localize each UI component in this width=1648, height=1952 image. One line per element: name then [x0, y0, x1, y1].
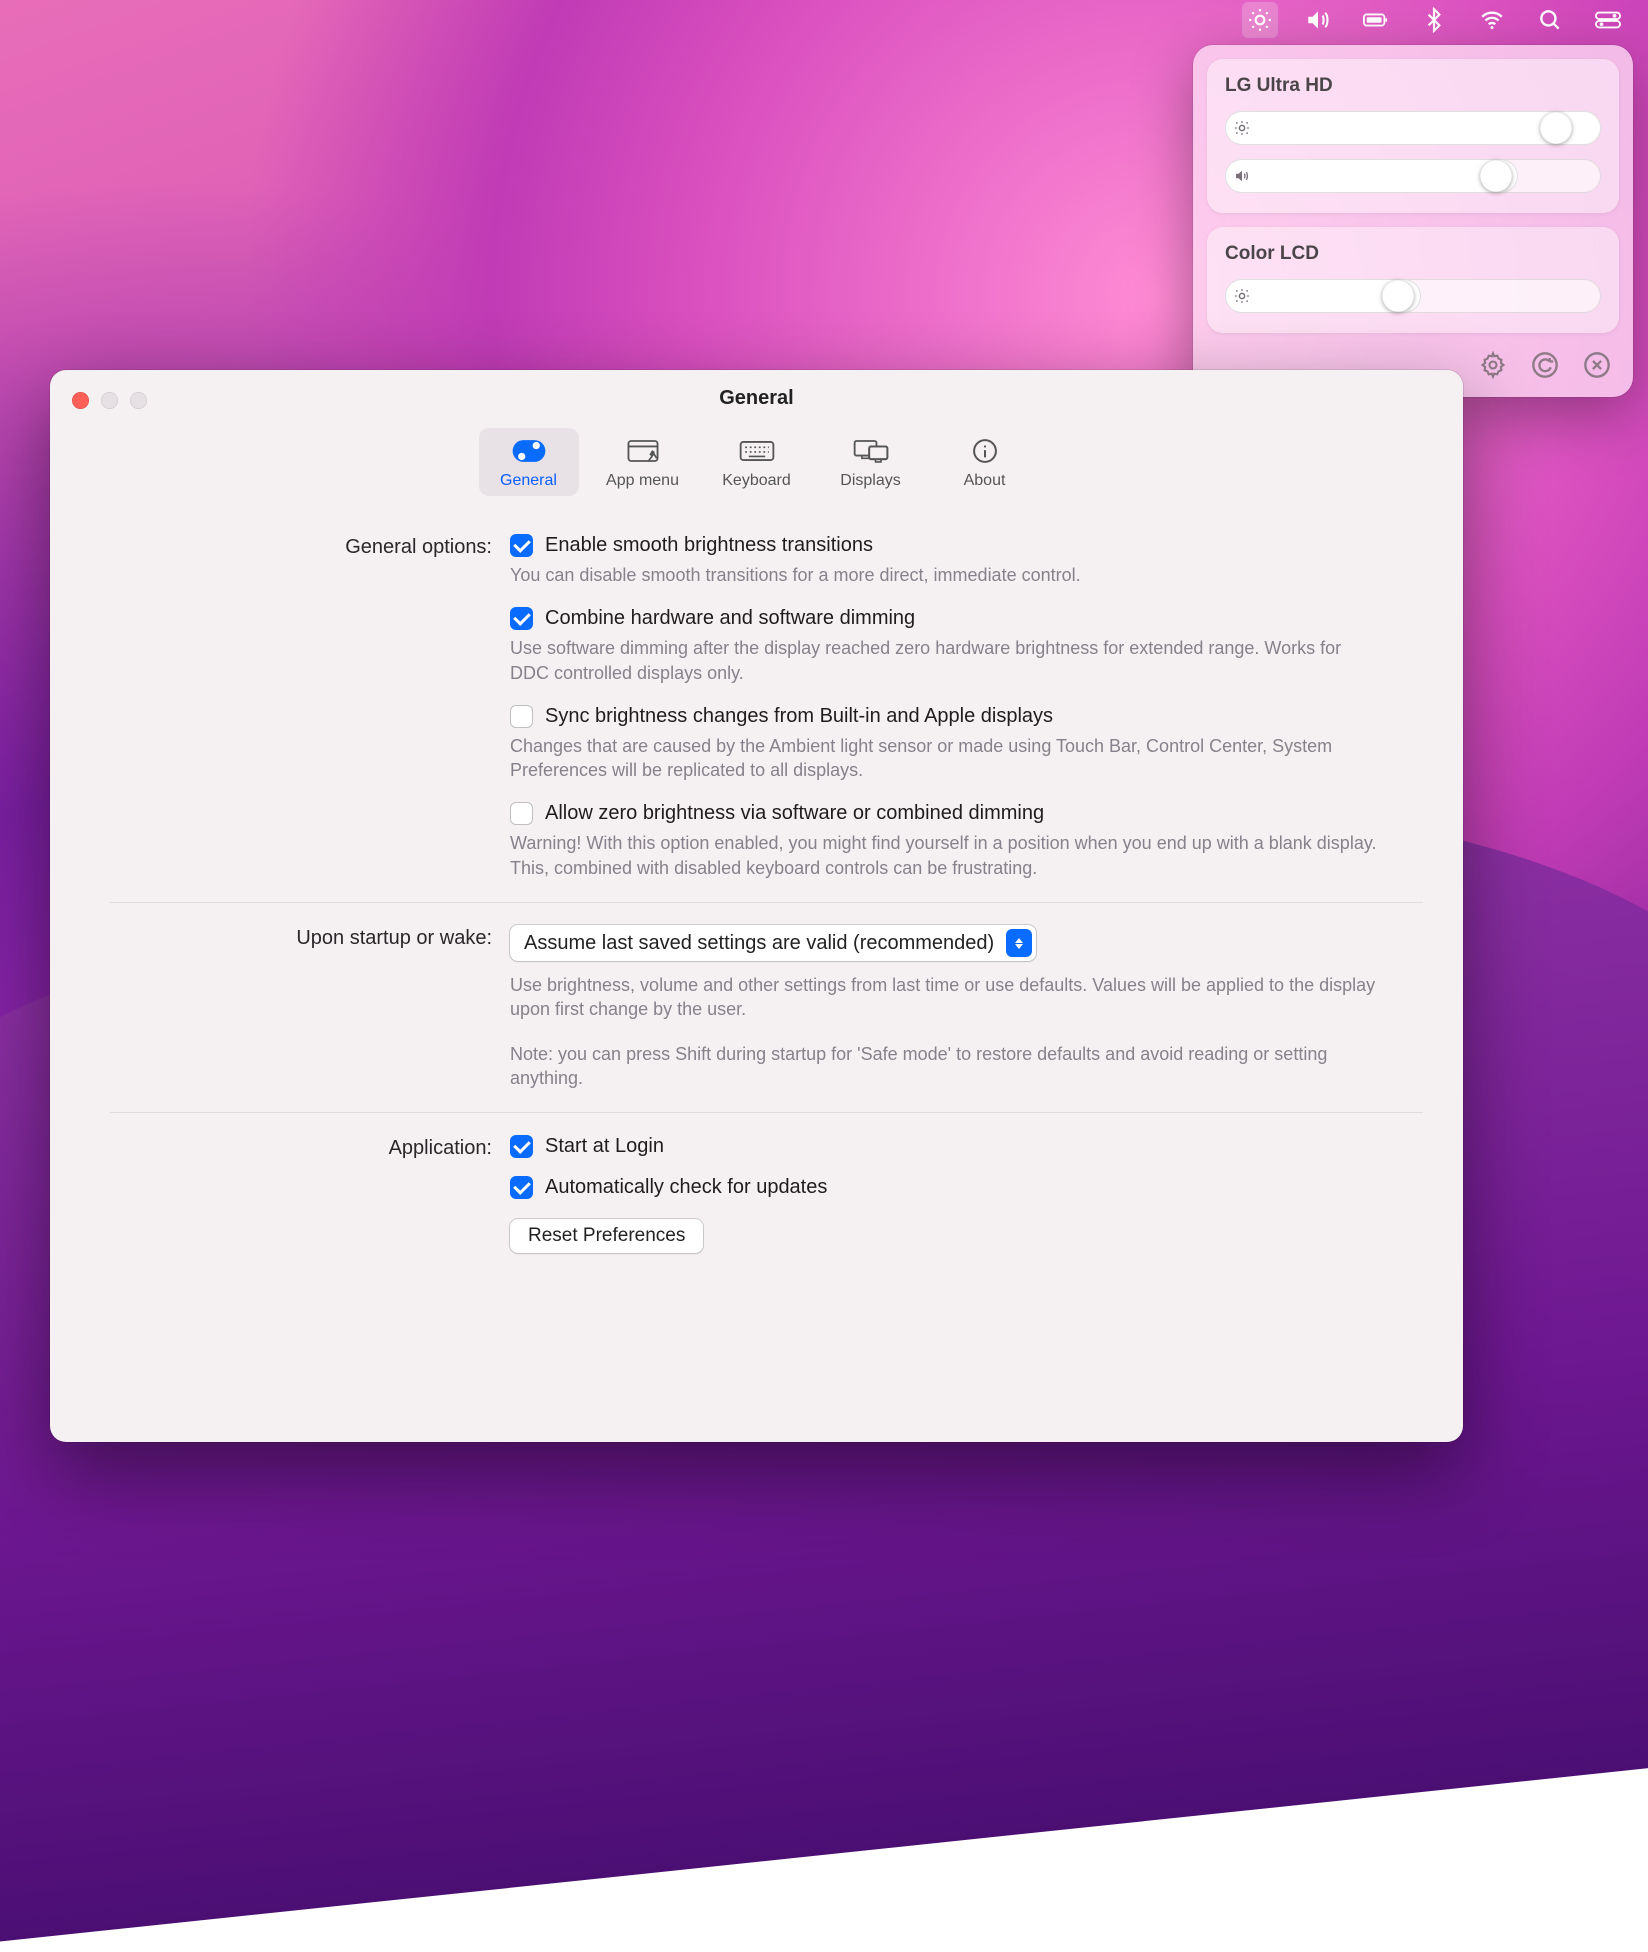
checkbox-icon [510, 802, 533, 825]
tab-label: About [964, 472, 1006, 490]
checkbox-combine-dimming[interactable]: Combine hardware and software dimming [510, 607, 1410, 630]
keyboard-icon [735, 436, 779, 466]
section-general-options: General options: Enable smooth brightnes… [110, 534, 1423, 902]
brightness-dropdown: LG Ultra HD Color LCD [1193, 45, 1633, 397]
tab-about[interactable]: About [935, 428, 1035, 496]
zoom-button[interactable] [130, 392, 147, 409]
menubar [0, 0, 1648, 40]
startup-description: Use brightness, volume and other setting… [510, 973, 1380, 1022]
section-startup: Upon startup or wake: Assume last saved … [110, 902, 1423, 1112]
section-label: Application: [110, 1135, 510, 1160]
tab-toolbar: General App menu Keyboard Displays About [50, 428, 1463, 508]
section-application: Application: Start at Login Automaticall… [110, 1112, 1423, 1275]
tab-label: Keyboard [722, 472, 791, 490]
checkbox-auto-update[interactable]: Automatically check for updates [510, 1176, 1410, 1199]
button-label: Reset Preferences [528, 1225, 685, 1246]
checkbox-description: You can disable smooth transitions for a… [510, 563, 1380, 587]
menubar-volume-icon[interactable] [1300, 2, 1336, 38]
tab-displays[interactable]: Displays [821, 428, 921, 496]
checkbox-label: Automatically check for updates [545, 1176, 827, 1199]
tab-label: General [500, 472, 557, 490]
menubar-bluetooth-icon[interactable] [1416, 2, 1452, 38]
reset-preferences-button[interactable]: Reset Preferences [510, 1219, 703, 1253]
chevron-updown-icon [1006, 929, 1032, 957]
close-button[interactable] [72, 392, 89, 409]
checkbox-allow-zero-brightness[interactable]: Allow zero brightness via software or co… [510, 802, 1410, 825]
toggle-icon [507, 436, 551, 466]
menubar-search-icon[interactable] [1532, 2, 1568, 38]
display-card-colorlcd: Color LCD [1207, 227, 1619, 333]
display-name: LG Ultra HD [1225, 75, 1601, 97]
settings-icon[interactable] [1479, 351, 1507, 379]
content-area: General options: Enable smooth brightnes… [50, 508, 1463, 1285]
checkbox-smooth-transitions[interactable]: Enable smooth brightness transitions [510, 534, 1410, 557]
brightness-icon [1233, 119, 1251, 137]
window-controls [72, 392, 147, 409]
checkbox-label: Combine hardware and software dimming [545, 607, 915, 630]
section-label: Upon startup or wake: [110, 925, 510, 950]
checkbox-label: Enable smooth brightness transitions [545, 534, 873, 557]
checkbox-start-at-login[interactable]: Start at Login [510, 1135, 1410, 1158]
refresh-icon[interactable] [1531, 351, 1559, 379]
checkbox-icon [510, 607, 533, 630]
minimize-button[interactable] [101, 392, 118, 409]
display-card-lg: LG Ultra HD [1207, 59, 1619, 213]
select-value: Assume last saved settings are valid (re… [524, 932, 994, 955]
brightness-slider[interactable] [1225, 279, 1601, 313]
info-icon [963, 436, 1007, 466]
menubar-battery-icon[interactable] [1358, 2, 1394, 38]
close-icon[interactable] [1583, 351, 1611, 379]
tab-keyboard[interactable]: Keyboard [707, 428, 807, 496]
display-name: Color LCD [1225, 243, 1601, 265]
menubar-control-center-icon[interactable] [1590, 2, 1626, 38]
brightness-icon [1233, 287, 1251, 305]
volume-icon [1233, 167, 1251, 185]
window-title: General [50, 370, 1463, 410]
appmenu-icon [621, 436, 665, 466]
menubar-wifi-icon[interactable] [1474, 2, 1510, 38]
checkbox-sync-brightness[interactable]: Sync brightness changes from Built-in an… [510, 705, 1410, 728]
tab-label: Displays [840, 472, 900, 490]
checkbox-label: Start at Login [545, 1135, 664, 1158]
tab-general[interactable]: General [479, 428, 579, 496]
checkbox-icon [510, 534, 533, 557]
menubar-brightness-icon[interactable] [1242, 2, 1278, 38]
volume-slider[interactable] [1225, 159, 1601, 193]
checkbox-icon [510, 1135, 533, 1158]
displays-icon [849, 436, 893, 466]
brightness-slider[interactable] [1225, 111, 1601, 145]
section-label: General options: [110, 534, 510, 559]
checkbox-description: Changes that are caused by the Ambient l… [510, 734, 1380, 783]
startup-note: Note: you can press Shift during startup… [510, 1042, 1380, 1091]
checkbox-icon [510, 705, 533, 728]
checkbox-label: Sync brightness changes from Built-in an… [545, 705, 1053, 728]
preferences-window: General General App menu Keyboard Displa… [50, 370, 1463, 1442]
checkbox-description: Warning! With this option enabled, you m… [510, 831, 1380, 880]
tab-label: App menu [606, 472, 679, 490]
checkbox-label: Allow zero brightness via software or co… [545, 802, 1044, 825]
startup-select[interactable]: Assume last saved settings are valid (re… [510, 925, 1036, 961]
tab-appmenu[interactable]: App menu [593, 428, 693, 496]
checkbox-icon [510, 1176, 533, 1199]
checkbox-description: Use software dimming after the display r… [510, 636, 1380, 685]
